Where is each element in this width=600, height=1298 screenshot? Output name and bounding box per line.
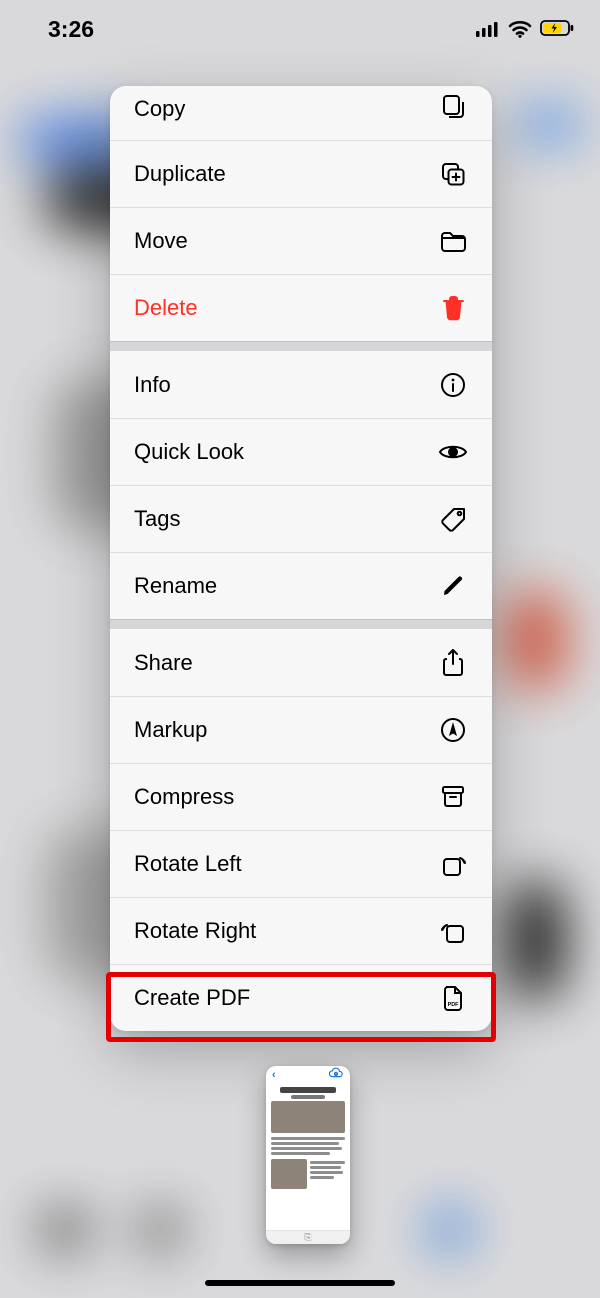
status-time: 3:26 <box>48 16 94 43</box>
menu-item-label: Duplicate <box>134 161 226 187</box>
menu-section-break <box>110 341 492 351</box>
thumbnail-footer: ⎘ <box>266 1230 350 1244</box>
status-bar: 3:26 <box>0 0 600 58</box>
menu-item-label: Create PDF <box>134 985 250 1011</box>
menu-item-rename[interactable]: Rename <box>110 552 492 619</box>
pdf-icon: PDF <box>438 983 468 1013</box>
trash-icon <box>438 293 468 323</box>
menu-item-tags[interactable]: Tags <box>110 485 492 552</box>
menu-item-label: Markup <box>134 717 207 743</box>
context-menu: Copy Duplicate Move Delete Info Quick Lo… <box>110 86 492 1031</box>
menu-item-label: Compress <box>134 784 234 810</box>
duplicate-icon <box>438 159 468 189</box>
menu-item-move[interactable]: Move <box>110 207 492 274</box>
menu-item-create-pdf[interactable]: Create PDF PDF <box>110 964 492 1031</box>
status-right <box>476 20 574 38</box>
menu-item-markup[interactable]: Markup <box>110 696 492 763</box>
menu-item-label: Move <box>134 228 188 254</box>
menu-item-delete[interactable]: Delete <box>110 274 492 341</box>
eye-icon <box>438 437 468 467</box>
rotate-left-icon <box>438 849 468 879</box>
menu-item-compress[interactable]: Compress <box>110 763 492 830</box>
share-icon <box>438 648 468 678</box>
copy-icon <box>438 92 468 122</box>
menu-item-label: Share <box>134 650 193 676</box>
menu-item-label: Copy <box>134 96 185 122</box>
menu-item-label: Quick Look <box>134 439 244 465</box>
back-chevron-icon: ‹ <box>272 1069 276 1081</box>
menu-item-copy[interactable]: Copy <box>110 86 492 140</box>
menu-item-rotate-right[interactable]: Rotate Right <box>110 897 492 964</box>
menu-section-break <box>110 619 492 629</box>
menu-item-rotate-left[interactable]: Rotate Left <box>110 830 492 897</box>
home-indicator <box>205 1280 395 1286</box>
rotate-right-icon <box>438 916 468 946</box>
info-icon <box>438 370 468 400</box>
menu-item-label: Rotate Left <box>134 851 242 877</box>
menu-item-duplicate[interactable]: Duplicate <box>110 140 492 207</box>
menu-item-label: Tags <box>134 506 180 532</box>
pencil-icon <box>438 571 468 601</box>
battery-charging-icon <box>540 20 574 38</box>
wifi-icon <box>508 20 532 38</box>
tag-icon <box>438 504 468 534</box>
menu-item-label: Info <box>134 372 171 398</box>
menu-item-label: Rotate Right <box>134 918 256 944</box>
markup-icon <box>438 715 468 745</box>
cellular-signal-icon <box>476 21 500 37</box>
archivebox-icon <box>438 782 468 812</box>
menu-item-info[interactable]: Info <box>110 351 492 418</box>
menu-item-label: Rename <box>134 573 217 599</box>
menu-item-quicklook[interactable]: Quick Look <box>110 418 492 485</box>
menu-item-share[interactable]: Share <box>110 629 492 696</box>
menu-item-label: Delete <box>134 295 198 321</box>
cloud-icon <box>328 1066 344 1084</box>
file-preview-thumbnail[interactable]: ‹ ⎘ <box>266 1066 350 1244</box>
folder-icon <box>438 226 468 256</box>
svg-text:PDF: PDF <box>448 1002 459 1008</box>
